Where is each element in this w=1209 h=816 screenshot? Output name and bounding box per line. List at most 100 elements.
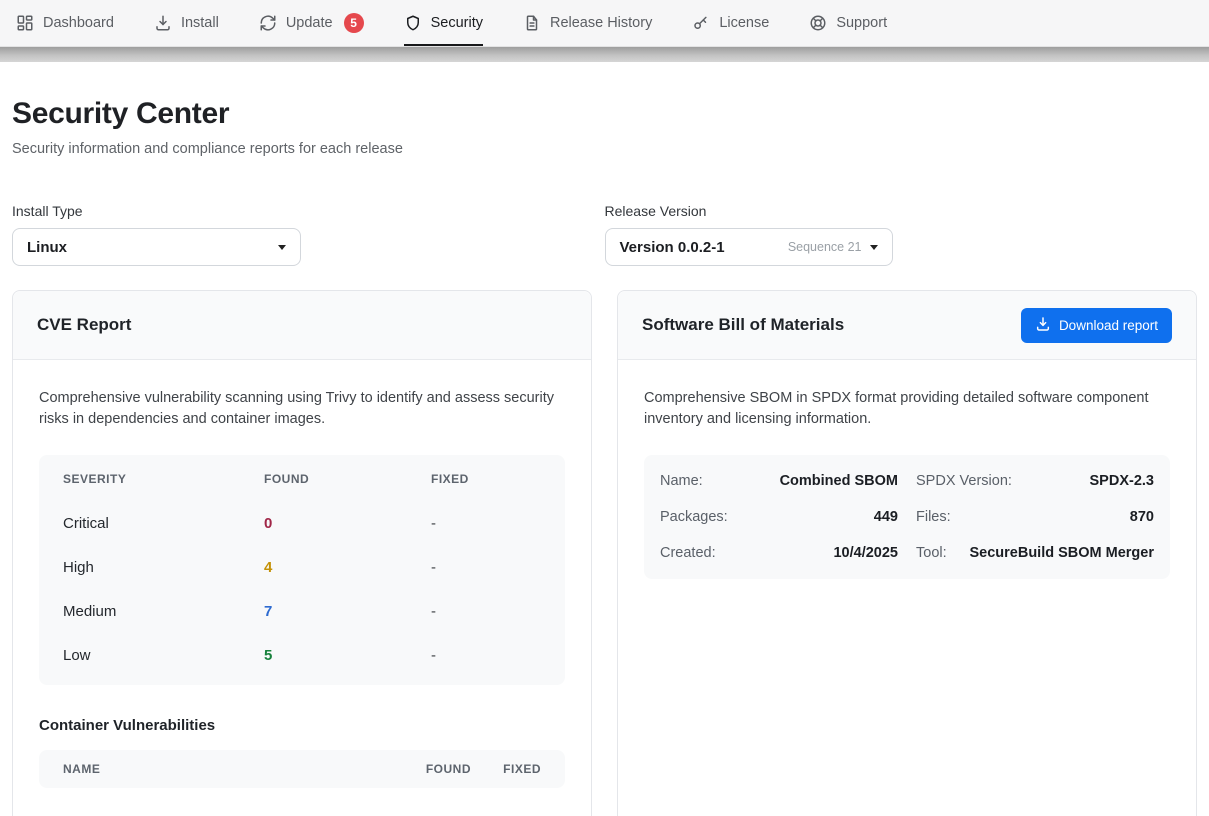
found-count: 7 [264, 603, 431, 620]
sbom-description: Comprehensive SBOM in SPDX format provid… [644, 388, 1170, 430]
info-label: SPDX Version: [916, 473, 1012, 489]
top-navigation: Dashboard Install Update 5 Security Rele… [0, 0, 1209, 47]
sbom-card: Software Bill of Materials Download repo… [617, 290, 1197, 816]
table-row: High 4 - [39, 545, 565, 589]
scroll-shadow-bar [0, 47, 1209, 62]
install-type-group: Install Type Linux [12, 203, 580, 266]
nav-label: Support [836, 15, 887, 31]
info-cell: Tool: SecureBuild SBOM Merger [907, 545, 1154, 561]
nav-label: Dashboard [43, 15, 114, 31]
found-count: 0 [264, 515, 431, 532]
found-count: 5 [264, 647, 431, 664]
container-vulnerabilities-title: Container Vulnerabilities [39, 717, 565, 734]
container-vulnerabilities-section: Container Vulnerabilities NAME FOUND FIX… [39, 717, 565, 788]
info-value: 870 [1130, 509, 1154, 525]
found-count: 4 [264, 559, 431, 576]
info-value: 10/4/2025 [833, 545, 898, 561]
release-version-select[interactable]: Version 0.0.2-1 Sequence 21 [605, 228, 893, 266]
nav-tab-install[interactable]: Install [154, 0, 219, 46]
download-icon [1035, 316, 1051, 335]
column-header: FOUND [264, 472, 431, 486]
severity-table-header: SEVERITY FOUND FIXED [39, 457, 565, 501]
info-value: Combined SBOM [780, 473, 898, 489]
table-row: Created: 10/4/2025 Tool: SecureBuild SBO… [660, 535, 1154, 571]
nav-tab-release-history[interactable]: Release History [523, 0, 652, 46]
info-cell: SPDX Version: SPDX-2.3 [907, 473, 1154, 489]
release-version-value: Version 0.0.2-1 [620, 239, 725, 256]
shield-icon [404, 14, 422, 32]
filters-row: Install Type Linux Release Version Versi… [12, 203, 1197, 266]
release-version-group: Release Version Version 0.0.2-1 Sequence… [605, 203, 1173, 266]
info-cell: Packages: 449 [660, 509, 907, 525]
update-count-badge: 5 [344, 13, 364, 33]
install-type-value: Linux [27, 239, 67, 256]
nav-label: License [719, 15, 769, 31]
severity-name: Medium [63, 603, 264, 620]
cve-report-description: Comprehensive vulnerability scanning usi… [39, 388, 565, 430]
page-title: Security Center [12, 97, 1197, 131]
nav-label: Install [181, 15, 219, 31]
table-row: Packages: 449 Files: 870 [660, 499, 1154, 535]
page-subtitle: Security information and compliance repo… [12, 141, 1197, 157]
nav-tab-dashboard[interactable]: Dashboard [16, 0, 114, 46]
nav-label: Security [431, 15, 483, 31]
column-header: FIXED [431, 472, 541, 486]
lifebuoy-icon [809, 14, 827, 32]
nav-label: Release History [550, 15, 652, 31]
cards-row: CVE Report Comprehensive vulnerability s… [12, 290, 1197, 816]
install-type-select[interactable]: Linux [12, 228, 301, 266]
cve-report-title: CVE Report [37, 315, 131, 335]
cve-report-header: CVE Report [13, 291, 591, 360]
chevron-down-icon [870, 245, 878, 250]
severity-name: Critical [63, 515, 264, 532]
column-header: FIXED [471, 762, 541, 776]
severity-name: Low [63, 647, 264, 664]
document-icon [523, 14, 541, 32]
info-value: SecureBuild SBOM Merger [969, 545, 1154, 561]
nav-tab-license[interactable]: License [692, 0, 769, 46]
info-label: Files: [916, 509, 951, 525]
fixed-count: - [431, 647, 541, 664]
nav-label: Update [286, 15, 333, 31]
sbom-title: Software Bill of Materials [642, 315, 844, 335]
sbom-header: Software Bill of Materials Download repo… [618, 291, 1196, 360]
info-cell: Created: 10/4/2025 [660, 545, 907, 561]
nav-tab-update[interactable]: Update 5 [259, 0, 364, 46]
cve-report-body: Comprehensive vulnerability scanning usi… [13, 360, 591, 816]
info-label: Created: [660, 545, 716, 561]
dashboard-grid-icon [16, 14, 34, 32]
info-cell: Name: Combined SBOM [660, 473, 907, 489]
chevron-down-icon [278, 245, 286, 250]
severity-table: SEVERITY FOUND FIXED Critical 0 - High 4… [39, 455, 565, 685]
fixed-count: - [431, 559, 541, 576]
fixed-count: - [431, 515, 541, 532]
severity-name: High [63, 559, 264, 576]
column-header: SEVERITY [63, 472, 264, 486]
sequence-label: Sequence 21 [788, 240, 862, 254]
info-label: Packages: [660, 509, 728, 525]
column-header: NAME [63, 762, 391, 776]
nav-tab-support[interactable]: Support [809, 0, 887, 46]
container-table-header: NAME FOUND FIXED [39, 750, 565, 788]
key-icon [692, 14, 710, 32]
sbom-body: Comprehensive SBOM in SPDX format provid… [618, 360, 1196, 607]
release-version-label: Release Version [605, 203, 1173, 219]
sbom-info-grid: Name: Combined SBOM SPDX Version: SPDX-2… [644, 455, 1170, 579]
install-type-label: Install Type [12, 203, 580, 219]
info-value: 449 [874, 509, 898, 525]
fixed-count: - [431, 603, 541, 620]
download-report-label: Download report [1059, 318, 1158, 333]
table-row: Low 5 - [39, 633, 565, 677]
info-label: Tool: [916, 545, 947, 561]
table-row: Name: Combined SBOM SPDX Version: SPDX-2… [660, 463, 1154, 499]
column-header: FOUND [391, 762, 471, 776]
cve-report-card: CVE Report Comprehensive vulnerability s… [12, 290, 592, 816]
info-cell: Files: 870 [907, 509, 1154, 525]
table-row: Medium 7 - [39, 589, 565, 633]
nav-tab-security[interactable]: Security [404, 0, 483, 46]
download-icon [154, 14, 172, 32]
refresh-icon [259, 14, 277, 32]
table-row: Critical 0 - [39, 501, 565, 545]
info-label: Name: [660, 473, 703, 489]
download-report-button[interactable]: Download report [1021, 308, 1172, 343]
